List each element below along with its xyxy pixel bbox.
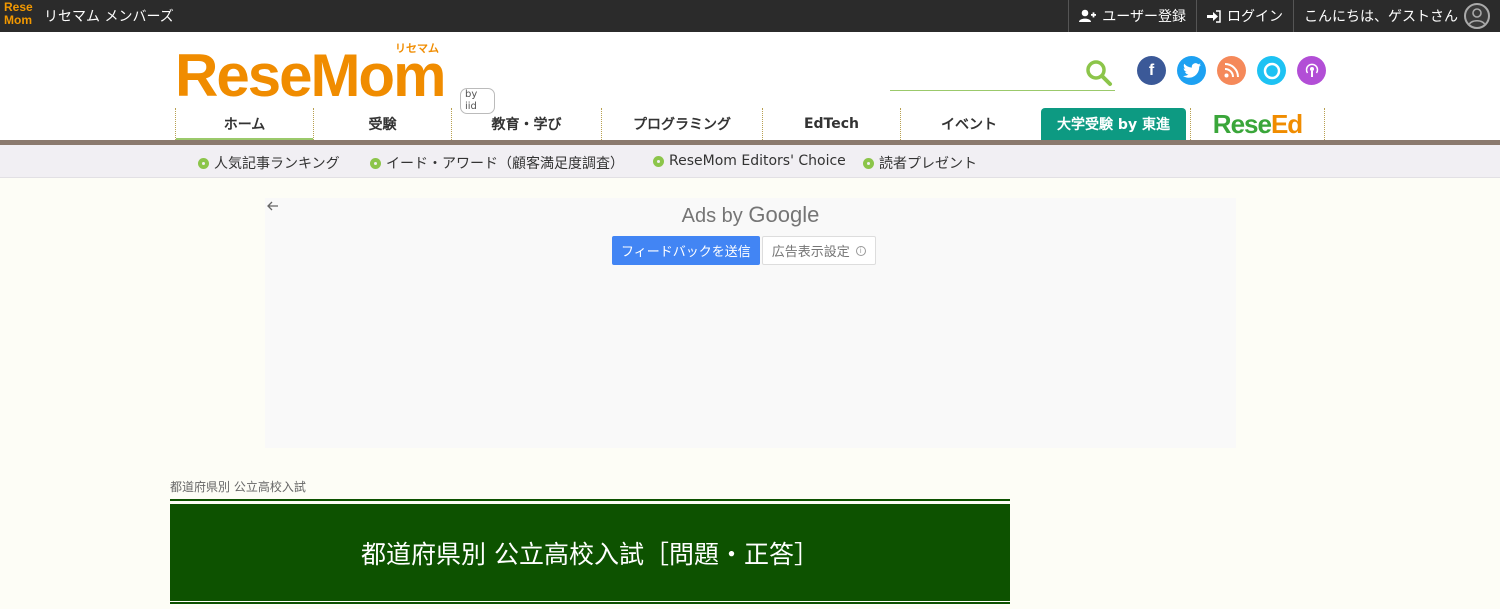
subnav-editors-choice-label: ReseMom Editors' Choice — [669, 153, 846, 169]
info-icon: i — [855, 245, 866, 256]
nav-home[interactable]: ホーム — [175, 108, 313, 143]
nav-reseed[interactable]: ReseEd — [1190, 108, 1325, 140]
google-wordmark: Google — [748, 202, 820, 227]
nav-edtech-label: EdTech — [803, 116, 860, 132]
reseed-logo-rese: Rese — [1212, 108, 1272, 139]
page-title: 都道府県別 公立高校入試［問題・正答］ — [361, 539, 819, 569]
subnav-award-label: イード・アワード（顧客満足度調査） — [386, 156, 624, 172]
nav-event-label: イベント — [941, 117, 997, 133]
register-label: ユーザー登録 — [1102, 9, 1186, 25]
ad-slot: Ads by Google フィードバックを送信 広告表示設定 i — [265, 198, 1236, 448]
nav-event[interactable]: イベント — [900, 108, 1037, 140]
send-feedback-label: フィードバックを送信 — [621, 245, 751, 260]
mini-logo: Rese Mom — [4, 1, 38, 31]
user-plus-icon — [1079, 9, 1097, 23]
page-title-box: 都道府県別 公立高校入試［問題・正答］ — [170, 499, 1010, 604]
nav-toshin-label: 大学受験 by 東進 — [1057, 117, 1170, 133]
search-box — [890, 57, 1115, 91]
reseed-logo: ReseEd — [1212, 108, 1303, 140]
bullet-icon — [198, 157, 209, 169]
register-link[interactable]: ユーザー登録 — [1068, 0, 1196, 32]
nav-programming[interactable]: プログラミング — [601, 108, 762, 140]
subnav-award[interactable]: イード・アワード（顧客満足度調査） — [370, 153, 624, 173]
bullet-icon — [370, 157, 381, 169]
login-label: ログイン — [1227, 9, 1283, 25]
mini-logo-line-2: Mom — [4, 13, 32, 27]
search-input[interactable] — [890, 57, 1080, 87]
members-brand[interactable]: Rese Mom リセマム メンバーズ — [4, 1, 174, 31]
ads-by-google: Ads by Google — [265, 202, 1236, 228]
bullet-icon — [653, 155, 664, 167]
reseed-logo-ed: Ed — [1270, 108, 1303, 139]
login-link[interactable]: ログイン — [1196, 0, 1293, 32]
subnav-ranking[interactable]: 人気記事ランキング — [198, 153, 340, 173]
social-links: f — [1137, 56, 1326, 85]
avatar-icon — [1464, 3, 1490, 29]
ad-settings-button[interactable]: 広告表示設定 i — [761, 236, 876, 265]
subnav-ranking-label: 人気記事ランキング — [214, 156, 340, 172]
logo-kana: リセマム — [395, 42, 439, 55]
alexa-icon[interactable] — [1257, 56, 1286, 85]
main-nav: ホーム 受験 教育・学び プログラミング EdTech イベント 大学受験 by… — [175, 108, 1325, 143]
top-bar: Rese Mom リセマム メンバーズ ユーザー登録 ログイン こんにちは、ゲス… — [0, 0, 1500, 32]
nav-edtech[interactable]: EdTech — [762, 108, 900, 140]
page-title-banner: 都道府県別 公立高校入試［問題・正答］ — [170, 504, 1010, 601]
sub-nav: 人気記事ランキング イード・アワード（顧客満足度調査） ReseMom Edit… — [0, 145, 1500, 178]
twitter-icon[interactable] — [1177, 56, 1206, 85]
breadcrumb[interactable]: 都道府県別 公立高校入試 — [170, 478, 306, 495]
sign-in-icon — [1207, 9, 1221, 23]
search-icon[interactable] — [1085, 59, 1113, 91]
user-greeting[interactable]: こんにちは、ゲストさん — [1293, 0, 1500, 32]
subnav-present-label: 読者プレゼント — [879, 156, 977, 172]
send-feedback-button[interactable]: フィードバックを送信 — [612, 236, 760, 265]
nav-toshin[interactable]: 大学受験 by 東進 — [1041, 108, 1186, 140]
nav-education-label: 教育・学び — [491, 117, 562, 133]
nav-programming-label: プログラミング — [633, 117, 731, 133]
ads-by-label: Ads by — [681, 205, 743, 227]
subnav-present[interactable]: 読者プレゼント — [863, 153, 977, 173]
subnav-editors-choice[interactable]: ReseMom Editors' Choice — [653, 153, 846, 169]
resemom-logo[interactable]: ReseMom リセマム by iid — [175, 42, 495, 114]
rss-icon[interactable] — [1217, 56, 1246, 85]
greeting-label: こんにちは、ゲストさん — [1304, 9, 1458, 25]
nav-exam[interactable]: 受験 — [313, 108, 451, 140]
podcast-icon[interactable] — [1297, 56, 1326, 85]
nav-home-label: ホーム — [223, 117, 266, 133]
bullet-icon — [863, 157, 874, 169]
members-site-name: リセマム メンバーズ — [44, 9, 174, 25]
facebook-icon[interactable]: f — [1137, 56, 1166, 85]
nav-exam-label: 受験 — [368, 117, 397, 133]
ad-settings-label: 広告表示設定 — [771, 245, 850, 260]
nav-education[interactable]: 教育・学び — [451, 108, 601, 140]
